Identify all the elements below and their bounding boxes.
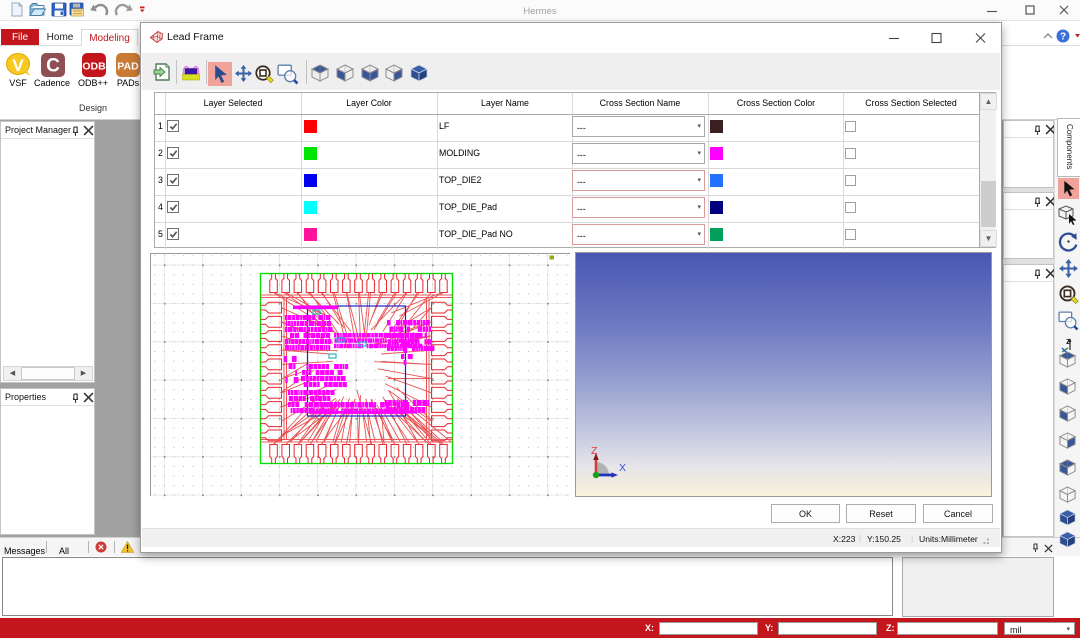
svg-text:X: X: [619, 462, 626, 474]
svg-text:C: C: [46, 56, 60, 77]
svg-text:PAD: PAD: [117, 61, 139, 73]
svg-text:V: V: [12, 56, 24, 75]
svg-text:Z: Z: [591, 445, 598, 457]
svg-text:?: ?: [1060, 32, 1066, 43]
svg-text:ODB: ODB: [82, 61, 106, 73]
